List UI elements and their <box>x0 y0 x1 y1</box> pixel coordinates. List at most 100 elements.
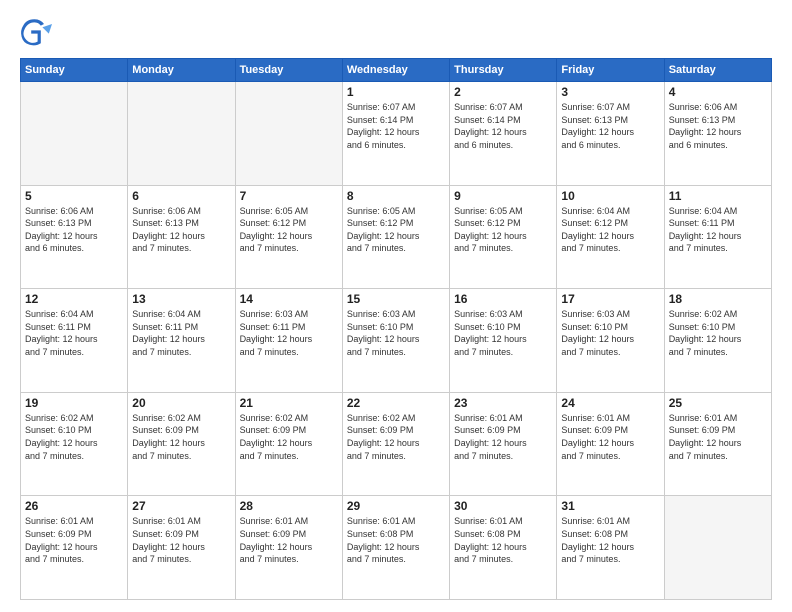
day-info: Sunrise: 6:07 AM Sunset: 6:14 PM Dayligh… <box>454 101 552 151</box>
day-info: Sunrise: 6:01 AM Sunset: 6:09 PM Dayligh… <box>669 412 767 462</box>
day-number: 28 <box>240 499 338 513</box>
column-header-friday: Friday <box>557 59 664 82</box>
day-info: Sunrise: 6:03 AM Sunset: 6:10 PM Dayligh… <box>454 308 552 358</box>
column-header-thursday: Thursday <box>450 59 557 82</box>
day-number: 4 <box>669 85 767 99</box>
calendar-cell: 29 Sunrise: 6:01 AM Sunset: 6:08 PM Dayli… <box>342 496 449 600</box>
day-info: Sunrise: 6:06 AM Sunset: 6:13 PM Dayligh… <box>132 205 230 255</box>
day-info: Sunrise: 6:04 AM Sunset: 6:11 PM Dayligh… <box>132 308 230 358</box>
day-number: 26 <box>25 499 123 513</box>
day-info: Sunrise: 6:04 AM Sunset: 6:12 PM Dayligh… <box>561 205 659 255</box>
header <box>20 16 772 48</box>
day-info: Sunrise: 6:01 AM Sunset: 6:09 PM Dayligh… <box>454 412 552 462</box>
column-header-monday: Monday <box>128 59 235 82</box>
day-number: 29 <box>347 499 445 513</box>
day-number: 12 <box>25 292 123 306</box>
day-info: Sunrise: 6:01 AM Sunset: 6:08 PM Dayligh… <box>347 515 445 565</box>
day-number: 30 <box>454 499 552 513</box>
day-info: Sunrise: 6:02 AM Sunset: 6:09 PM Dayligh… <box>347 412 445 462</box>
calendar-cell: 4 Sunrise: 6:06 AM Sunset: 6:13 PM Daylig… <box>664 82 771 186</box>
column-header-tuesday: Tuesday <box>235 59 342 82</box>
calendar-table: SundayMondayTuesdayWednesdayThursdayFrid… <box>20 58 772 600</box>
calendar-cell: 17 Sunrise: 6:03 AM Sunset: 6:10 PM Dayli… <box>557 289 664 393</box>
week-row-2: 5 Sunrise: 6:06 AM Sunset: 6:13 PM Daylig… <box>21 185 772 289</box>
day-number: 2 <box>454 85 552 99</box>
header-row: SundayMondayTuesdayWednesdayThursdayFrid… <box>21 59 772 82</box>
calendar-cell: 7 Sunrise: 6:05 AM Sunset: 6:12 PM Daylig… <box>235 185 342 289</box>
calendar-cell: 9Sunrise: 6:05 AM Sunset: 6:12 PM Daylig… <box>450 185 557 289</box>
day-number: 13 <box>132 292 230 306</box>
day-info: Sunrise: 6:01 AM Sunset: 6:08 PM Dayligh… <box>454 515 552 565</box>
week-row-5: 26 Sunrise: 6:01 AM Sunset: 6:09 PM Dayli… <box>21 496 772 600</box>
day-number: 1 <box>347 85 445 99</box>
day-info: Sunrise: 6:07 AM Sunset: 6:14 PM Dayligh… <box>347 101 445 151</box>
day-number: 20 <box>132 396 230 410</box>
week-row-4: 19Sunrise: 6:02 AM Sunset: 6:10 PM Dayli… <box>21 392 772 496</box>
day-info: Sunrise: 6:01 AM Sunset: 6:09 PM Dayligh… <box>240 515 338 565</box>
calendar-cell: 5 Sunrise: 6:06 AM Sunset: 6:13 PM Daylig… <box>21 185 128 289</box>
calendar-body: 1 Sunrise: 6:07 AM Sunset: 6:14 PM Daylig… <box>21 82 772 600</box>
day-info: Sunrise: 6:02 AM Sunset: 6:10 PM Dayligh… <box>669 308 767 358</box>
day-info: Sunrise: 6:06 AM Sunset: 6:13 PM Dayligh… <box>669 101 767 151</box>
day-number: 18 <box>669 292 767 306</box>
calendar-cell <box>128 82 235 186</box>
day-info: Sunrise: 6:06 AM Sunset: 6:13 PM Dayligh… <box>25 205 123 255</box>
calendar-cell: 14Sunrise: 6:03 AM Sunset: 6:11 PM Dayli… <box>235 289 342 393</box>
day-info: Sunrise: 6:02 AM Sunset: 6:09 PM Dayligh… <box>132 412 230 462</box>
logo <box>20 16 58 48</box>
day-number: 22 <box>347 396 445 410</box>
calendar-cell: 27Sunrise: 6:01 AM Sunset: 6:09 PM Dayli… <box>128 496 235 600</box>
day-number: 16 <box>454 292 552 306</box>
day-number: 10 <box>561 189 659 203</box>
calendar-cell: 26 Sunrise: 6:01 AM Sunset: 6:09 PM Dayli… <box>21 496 128 600</box>
calendar-cell: 16 Sunrise: 6:03 AM Sunset: 6:10 PM Dayli… <box>450 289 557 393</box>
day-info: Sunrise: 6:01 AM Sunset: 6:09 PM Dayligh… <box>561 412 659 462</box>
calendar-cell: 2 Sunrise: 6:07 AM Sunset: 6:14 PM Daylig… <box>450 82 557 186</box>
day-info: Sunrise: 6:01 AM Sunset: 6:09 PM Dayligh… <box>25 515 123 565</box>
column-header-sunday: Sunday <box>21 59 128 82</box>
day-number: 19 <box>25 396 123 410</box>
day-info: Sunrise: 6:01 AM Sunset: 6:08 PM Dayligh… <box>561 515 659 565</box>
week-row-3: 12 Sunrise: 6:04 AM Sunset: 6:11 PM Dayli… <box>21 289 772 393</box>
day-number: 25 <box>669 396 767 410</box>
day-info: Sunrise: 6:05 AM Sunset: 6:12 PM Dayligh… <box>240 205 338 255</box>
column-header-saturday: Saturday <box>664 59 771 82</box>
calendar-cell: 24 Sunrise: 6:01 AM Sunset: 6:09 PM Dayli… <box>557 392 664 496</box>
calendar-cell: 11 Sunrise: 6:04 AM Sunset: 6:11 PM Dayli… <box>664 185 771 289</box>
day-info: Sunrise: 6:04 AM Sunset: 6:11 PM Dayligh… <box>669 205 767 255</box>
day-info: Sunrise: 6:03 AM Sunset: 6:10 PM Dayligh… <box>561 308 659 358</box>
calendar-header: SundayMondayTuesdayWednesdayThursdayFrid… <box>21 59 772 82</box>
day-info: Sunrise: 6:01 AM Sunset: 6:09 PM Dayligh… <box>132 515 230 565</box>
logo-icon <box>20 16 52 48</box>
day-number: 5 <box>25 189 123 203</box>
calendar-cell: 1 Sunrise: 6:07 AM Sunset: 6:14 PM Daylig… <box>342 82 449 186</box>
calendar-cell: 30 Sunrise: 6:01 AM Sunset: 6:08 PM Dayli… <box>450 496 557 600</box>
calendar-cell <box>235 82 342 186</box>
calendar-cell: 31 Sunrise: 6:01 AM Sunset: 6:08 PM Dayli… <box>557 496 664 600</box>
week-row-1: 1 Sunrise: 6:07 AM Sunset: 6:14 PM Daylig… <box>21 82 772 186</box>
day-number: 24 <box>561 396 659 410</box>
calendar-cell: 6 Sunrise: 6:06 AM Sunset: 6:13 PM Daylig… <box>128 185 235 289</box>
calendar-cell: 21Sunrise: 6:02 AM Sunset: 6:09 PM Dayli… <box>235 392 342 496</box>
page: SundayMondayTuesdayWednesdayThursdayFrid… <box>0 0 792 612</box>
calendar-cell <box>664 496 771 600</box>
day-number: 17 <box>561 292 659 306</box>
calendar-cell: 3Sunrise: 6:07 AM Sunset: 6:13 PM Daylig… <box>557 82 664 186</box>
calendar-cell: 25 Sunrise: 6:01 AM Sunset: 6:09 PM Dayli… <box>664 392 771 496</box>
calendar-cell: 28 Sunrise: 6:01 AM Sunset: 6:09 PM Dayli… <box>235 496 342 600</box>
day-number: 9 <box>454 189 552 203</box>
calendar-cell: 8Sunrise: 6:05 AM Sunset: 6:12 PM Daylig… <box>342 185 449 289</box>
calendar-cell: 19Sunrise: 6:02 AM Sunset: 6:10 PM Dayli… <box>21 392 128 496</box>
calendar-cell: 10 Sunrise: 6:04 AM Sunset: 6:12 PM Dayli… <box>557 185 664 289</box>
calendar-cell <box>21 82 128 186</box>
day-info: Sunrise: 6:04 AM Sunset: 6:11 PM Dayligh… <box>25 308 123 358</box>
day-number: 31 <box>561 499 659 513</box>
calendar-cell: 23Sunrise: 6:01 AM Sunset: 6:09 PM Dayli… <box>450 392 557 496</box>
day-number: 14 <box>240 292 338 306</box>
day-number: 7 <box>240 189 338 203</box>
day-number: 11 <box>669 189 767 203</box>
day-info: Sunrise: 6:03 AM Sunset: 6:10 PM Dayligh… <box>347 308 445 358</box>
calendar-cell: 12 Sunrise: 6:04 AM Sunset: 6:11 PM Dayli… <box>21 289 128 393</box>
day-info: Sunrise: 6:02 AM Sunset: 6:09 PM Dayligh… <box>240 412 338 462</box>
day-number: 6 <box>132 189 230 203</box>
